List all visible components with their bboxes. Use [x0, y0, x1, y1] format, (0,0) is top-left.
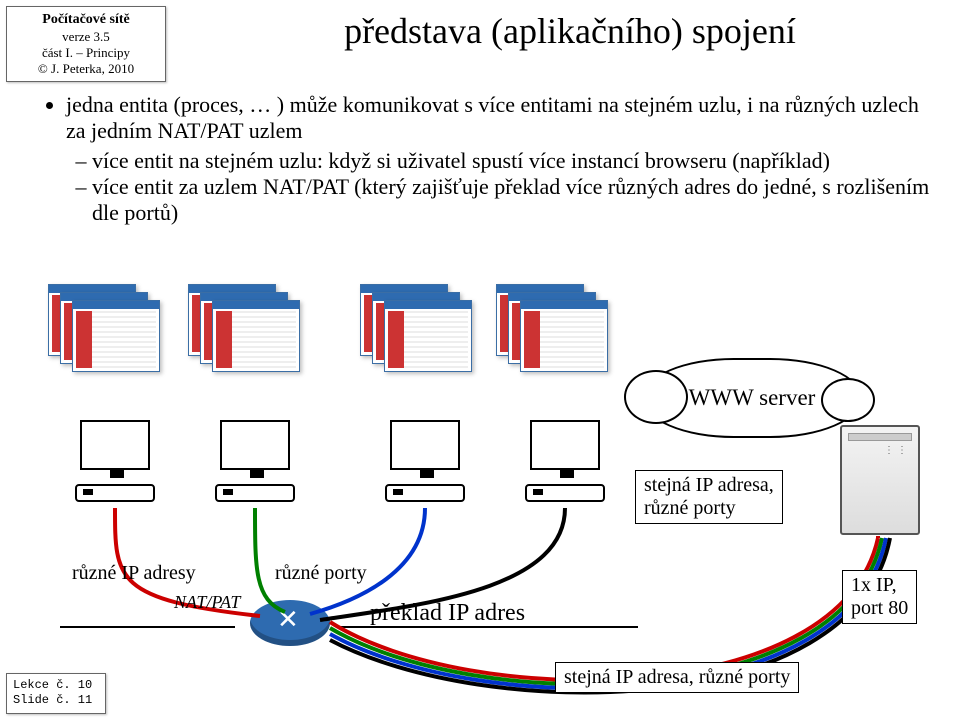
label-same-ip-line: stejná IP adresa, různé porty	[555, 662, 799, 693]
browser-window-icon	[72, 300, 160, 372]
slide-header: Počítačové sítě verze 3.5 část I. – Prin…	[6, 6, 166, 82]
segment-line	[60, 626, 235, 628]
footer-slide: Slide č. 11	[13, 693, 99, 709]
course-part: část I. – Principy	[11, 45, 161, 61]
browser-window-icon	[384, 300, 472, 372]
cloud-label: WWW server	[689, 385, 816, 411]
bullet-1b: více entit za uzlem NAT/PAT (který zajiš…	[92, 174, 930, 226]
pc-icon	[210, 420, 300, 505]
pc-icon	[380, 420, 470, 505]
label-natpat: NAT/PAT	[174, 592, 240, 613]
course-copyright: © J. Peterka, 2010	[11, 61, 161, 77]
cloud-icon: WWW server	[642, 358, 862, 438]
router-icon	[250, 600, 330, 646]
browser-window-icon	[520, 300, 608, 372]
browser-window-icon	[212, 300, 300, 372]
pc-icon	[520, 420, 610, 505]
pc-icon	[70, 420, 160, 505]
label-same-ip-box: stejná IP adresa, různé porty	[635, 470, 783, 524]
slide-footer: Lekce č. 10 Slide č. 11	[6, 673, 106, 714]
slide-title: představa (aplikačního) spojení	[200, 10, 940, 52]
bullet-list: jedna entita (proces, … ) může komunikov…	[40, 92, 930, 226]
label-diff-ip: různé IP adresy	[72, 562, 196, 585]
diagram: WWW server stejná IP adresa, různé porty…	[0, 270, 960, 720]
course-version: verze 3.5	[11, 29, 161, 45]
label-diff-ports: různé porty	[275, 562, 367, 585]
label-one-ip: 1x IP, port 80	[842, 570, 917, 624]
label-translate: překlad IP adres	[370, 600, 525, 627]
bullet-1: jedna entita (proces, … ) může komunikov…	[66, 92, 930, 144]
server-icon	[840, 425, 920, 535]
course-title: Počítačové sítě	[11, 11, 161, 29]
bullet-1a: více entit na stejném uzlu: když si uživ…	[92, 148, 930, 174]
footer-lecture: Lekce č. 10	[13, 678, 99, 694]
